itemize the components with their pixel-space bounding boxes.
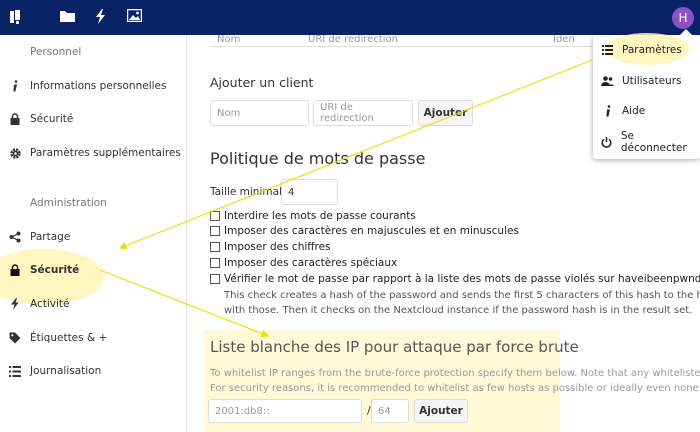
- checkbox[interactable]: [210, 274, 220, 284]
- option-check-haveibeenpwned[interactable]: Vérifier le mot de passe par rapport à l…: [210, 273, 700, 285]
- tag-icon: [0, 332, 30, 344]
- ip-whitelist-description-line2: For security reasons, it is recommended …: [210, 383, 700, 394]
- checkbox[interactable]: [210, 211, 220, 221]
- sidebar-item-admin-security[interactable]: Sécurité: [0, 256, 186, 284]
- nextcloud-logo-icon[interactable]: [9, 9, 21, 25]
- sidebar-item-label: Journalisation: [30, 365, 102, 377]
- sidebar-item-label: Informations personnelles: [30, 80, 167, 92]
- option-enforce-special[interactable]: Imposer des caractères spéciaux: [210, 257, 397, 269]
- client-name-input[interactable]: Nom: [210, 100, 309, 126]
- option-label: Imposer des caractères spéciaux: [224, 257, 398, 269]
- sidebar-item-personal-security[interactable]: Sécurité: [0, 105, 186, 133]
- files-icon[interactable]: [60, 9, 75, 22]
- sidebar-item-personal-info[interactable]: Informations personnelles: [0, 72, 186, 100]
- user-menu-dropdown: Paramètres Utilisateurs Aide Se déconnec…: [593, 29, 700, 159]
- sidebar-item-label: Partage: [30, 231, 71, 243]
- sidebar-item-label: Sécurité: [30, 264, 80, 276]
- menu-item-label: Paramètres: [622, 44, 682, 56]
- sidebar-item-label: Sécurité: [30, 113, 74, 125]
- user-avatar[interactable]: H: [672, 7, 694, 29]
- sidebar-item-activity[interactable]: Activité: [0, 290, 186, 318]
- settings-list-icon: [593, 45, 622, 55]
- administration-caption: Administration: [30, 197, 107, 209]
- info-icon: [0, 80, 30, 92]
- menu-item-users[interactable]: Utilisateurs: [593, 67, 700, 95]
- password-policy-title: Politique de mots de passe: [210, 149, 426, 168]
- top-header: H: [0, 0, 700, 35]
- menu-item-help[interactable]: Aide: [593, 97, 700, 125]
- hibp-description-line1: This check creates a hash of the passwor…: [224, 290, 700, 301]
- lock-icon: [0, 113, 30, 125]
- min-length-input[interactable]: 4: [281, 179, 338, 205]
- lock-icon: [0, 264, 30, 276]
- sidebar-item-label: Paramètres supplémentaires: [30, 147, 181, 159]
- activity-icon[interactable]: [95, 9, 106, 24]
- option-forbid-common-passwords[interactable]: Interdire les mots de passe courants: [210, 210, 416, 222]
- add-ip-button[interactable]: Ajouter: [414, 399, 468, 423]
- column-name: Nom: [217, 35, 241, 45]
- option-label: Imposer des caractères en majuscules et …: [224, 225, 519, 237]
- min-length-label: Taille minimale: [210, 186, 289, 198]
- sidebar-item-label: Activité: [30, 298, 70, 310]
- info-icon: [593, 105, 622, 117]
- ip-address-input[interactable]: 2001:db8::: [208, 399, 362, 423]
- option-enforce-numbers[interactable]: Imposer des chiffres: [210, 241, 331, 253]
- option-label: Interdire les mots de passe courants: [224, 210, 416, 222]
- menu-item-settings[interactable]: Paramètres: [593, 36, 700, 64]
- ip-whitelist-title: Liste blanche des IP pour attaque par fo…: [210, 338, 579, 356]
- ip-whitelist-description-line1: To whitelist IP ranges from the brute-fo…: [210, 368, 700, 379]
- gear-icon: [0, 147, 30, 160]
- option-label: Imposer des chiffres: [224, 241, 331, 253]
- checkbox[interactable]: [210, 226, 220, 236]
- sidebar-item-logging[interactable]: Journalisation: [0, 357, 186, 385]
- checkbox[interactable]: [210, 258, 220, 268]
- sidebar-item-label: Étiquettes & +: [30, 332, 108, 344]
- column-identifier: Iden: [553, 35, 575, 45]
- menu-item-label: Utilisateurs: [622, 75, 682, 87]
- share-icon: [0, 231, 30, 243]
- dropdown-caret: [680, 29, 692, 35]
- list-icon: [0, 365, 30, 377]
- column-redirect-uri: URI de redirection: [308, 35, 398, 45]
- add-client-label: Ajouter un client: [210, 75, 314, 90]
- option-label: Vérifier le mot de passe par rapport à l…: [224, 273, 700, 285]
- client-redirect-uri-input[interactable]: URI de redirection: [313, 100, 413, 126]
- ip-mask-input[interactable]: 64: [371, 399, 409, 423]
- menu-item-logout[interactable]: Se déconnecter: [593, 128, 700, 156]
- option-enforce-upper-lower[interactable]: Imposer des caractères en majuscules et …: [210, 225, 519, 237]
- menu-item-label: Se déconnecter: [620, 130, 687, 154]
- gallery-icon[interactable]: [127, 9, 142, 22]
- checkbox[interactable]: [210, 242, 220, 252]
- personal-caption: Personnel: [30, 46, 82, 58]
- sidebar-item-tags[interactable]: Étiquettes & +: [0, 324, 186, 352]
- add-client-button[interactable]: Ajouter: [418, 100, 473, 126]
- menu-item-label: Aide: [622, 105, 646, 117]
- settings-sidebar: Personnel Informations personnelles Sécu…: [0, 35, 187, 432]
- sidebar-item-additional-settings[interactable]: Paramètres supplémentaires: [0, 139, 186, 167]
- users-icon: [593, 76, 622, 86]
- power-icon: [593, 136, 621, 148]
- activity-icon: [0, 298, 30, 310]
- hibp-description-line2: with those. Then it checks on the Nextcl…: [224, 305, 693, 316]
- sidebar-item-sharing[interactable]: Partage: [0, 223, 186, 251]
